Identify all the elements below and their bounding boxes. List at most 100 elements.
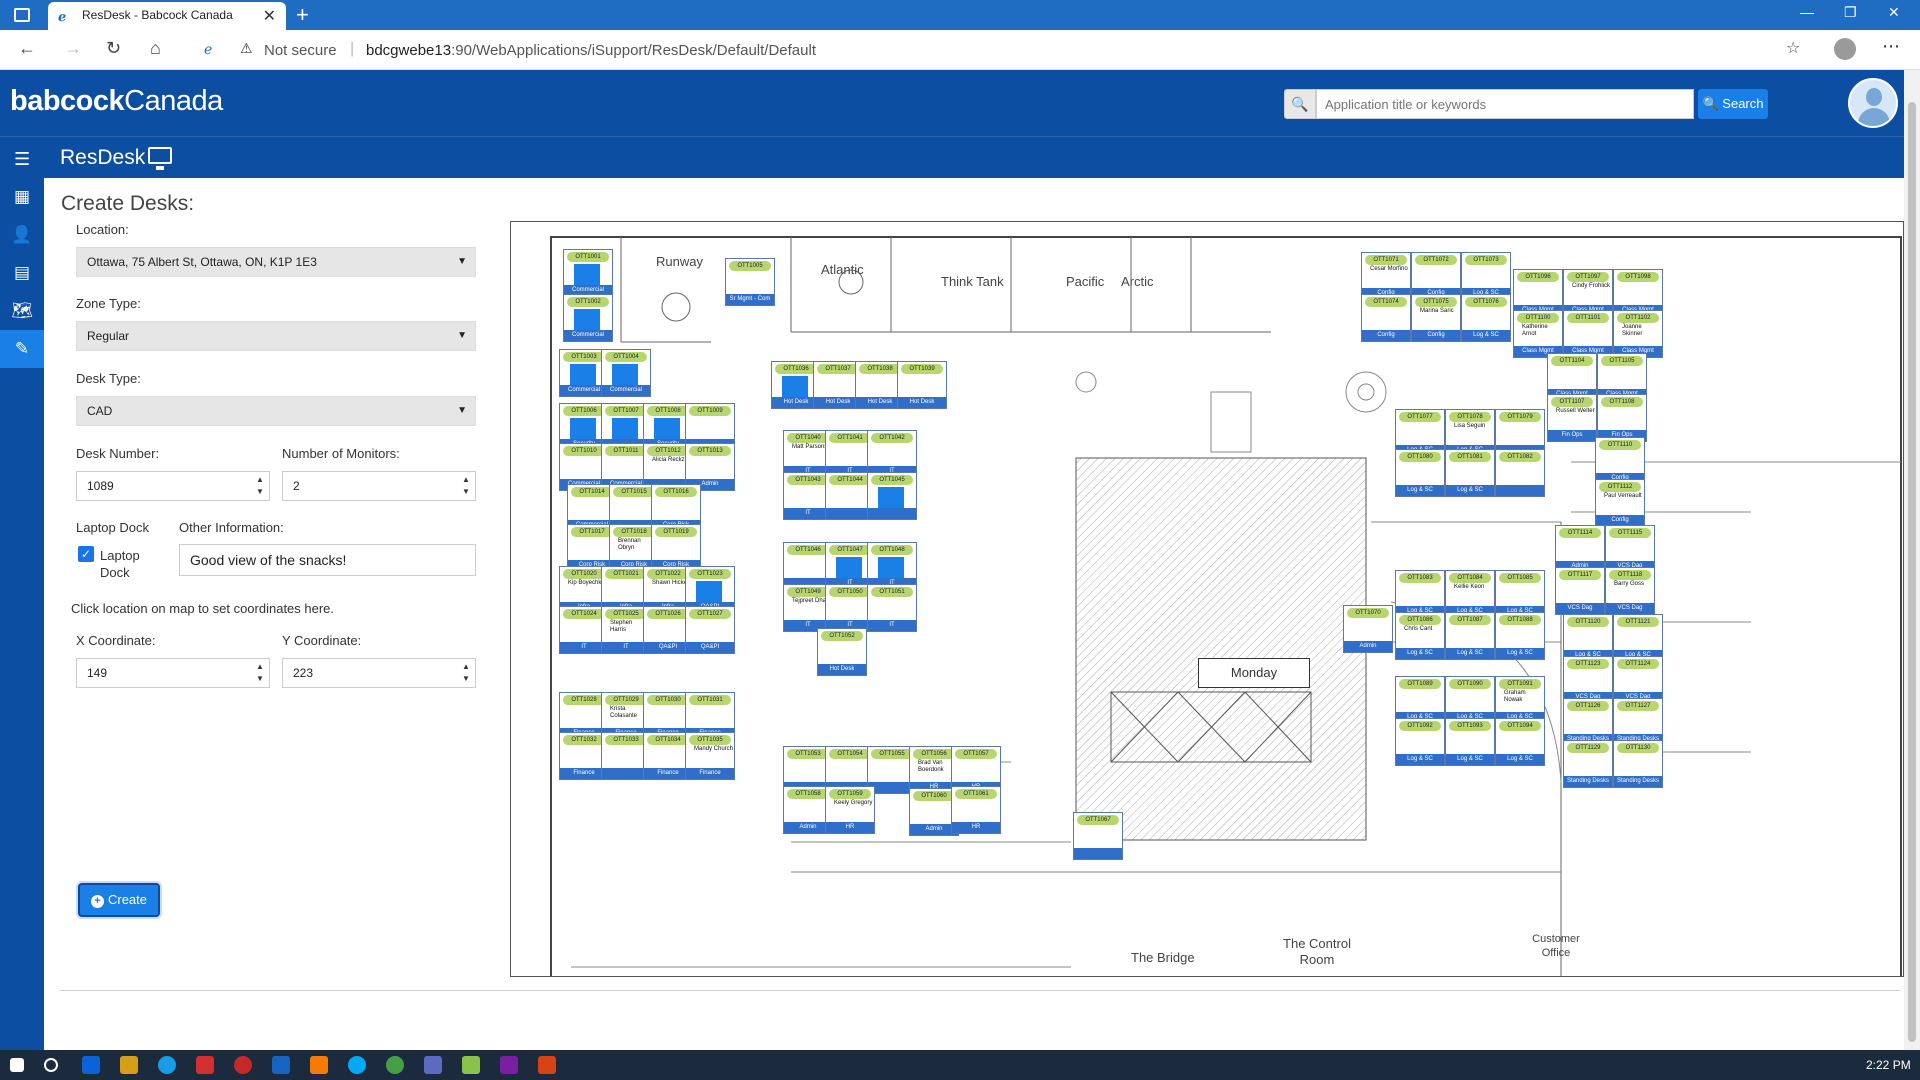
app-icon-red[interactable]	[196, 1056, 214, 1074]
desk-ott1124[interactable]: OTT1124 VCS Dag	[1613, 656, 1663, 704]
monitors-input[interactable]: 2 ▲ ▼	[282, 471, 476, 501]
new-tab-icon[interactable]: +	[296, 2, 309, 28]
desk-ott1094[interactable]: OTT1094 Log & SC	[1495, 718, 1545, 766]
window-close-icon[interactable]: ✕	[1888, 4, 1900, 21]
restore-icon[interactable]: ❐	[1844, 4, 1857, 21]
desk-ott1002[interactable]: OTT1002 Commercial	[563, 294, 613, 342]
edit-icon[interactable]: ✎	[0, 330, 44, 368]
scrollbar-thumb[interactable]	[1908, 102, 1916, 1042]
floor-plan-map[interactable]: OTT1001 Commercial OTT1002 Commercial OTT100…	[510, 221, 1904, 977]
desk-ott1088[interactable]: OTT1088 Log & SC	[1495, 612, 1545, 660]
skype-icon[interactable]	[348, 1056, 366, 1074]
desk-ott1052[interactable]: OTT1052 Hot Desk	[817, 628, 867, 676]
desk-ott1107[interactable]: OTT1107 Russell Welter Fin Ops	[1547, 394, 1597, 442]
home-icon[interactable]: ⌂	[150, 38, 161, 59]
desk-ott1123[interactable]: OTT1123 VCS Dag	[1563, 656, 1613, 704]
hamburger-menu-icon[interactable]: ☰	[14, 149, 30, 170]
desk-ott1101[interactable]: OTT1101 Class Mgmt	[1563, 310, 1613, 358]
map-icon[interactable]: 🗺	[0, 292, 44, 330]
laptop-dock-checkbox[interactable]: ✓	[78, 546, 94, 562]
user-avatar[interactable]	[1848, 78, 1898, 128]
desk-ott1071[interactable]: OTT1071 Cesar Morfino Config	[1361, 252, 1411, 300]
browser-tab[interactable]: ℯ ResDesk - Babcock Canada ✕	[48, 2, 286, 30]
desk-type-select[interactable]: CAD ▼	[76, 396, 476, 426]
desk-ott1073[interactable]: OTT1073 Log & SC	[1461, 252, 1511, 300]
desk-ott1090[interactable]: OTT1090 Log & SC	[1445, 676, 1495, 724]
desk-ott1075[interactable]: OTT1075 Marina Saric Config	[1411, 294, 1461, 342]
outlook-icon[interactable]	[82, 1056, 100, 1074]
notepad-icon[interactable]	[462, 1056, 480, 1074]
desk-ott1070[interactable]: OTT1070 Admin	[1343, 605, 1393, 653]
calendar-icon[interactable]: ▦	[0, 178, 44, 216]
desk-ott1045[interactable]: OTT1045	[867, 472, 917, 520]
desk-ott1127[interactable]: OTT1127 Standing Desks	[1613, 698, 1663, 746]
desk-ott1102[interactable]: OTT1102 Joanne Skinner Class Mgmt	[1613, 310, 1663, 358]
desk-ott1076[interactable]: OTT1076 Log & SC	[1461, 294, 1511, 342]
brand-logo[interactable]: babcockCanada	[10, 85, 223, 118]
desk-ott1048[interactable]: OTT1048 IT	[867, 542, 917, 590]
desk-ott1114[interactable]: OTT1114 Admin	[1555, 525, 1605, 573]
desk-ott1118[interactable]: OTT1118 Barry Goss VCS Dag	[1605, 567, 1655, 615]
warning-icon[interactable]: ⚠	[240, 40, 253, 57]
minimize-icon[interactable]: —	[1800, 4, 1814, 20]
desk-ott1019[interactable]: OTT1019 Corp Risk	[651, 524, 701, 572]
search-input[interactable]	[1316, 89, 1694, 119]
desk-ott1130[interactable]: OTT1130 Standing Desks	[1613, 740, 1663, 788]
file-explorer-icon[interactable]	[120, 1056, 138, 1074]
y-coordinate-input[interactable]: 223 ▲ ▼	[282, 658, 476, 688]
app-icon-orange[interactable]	[310, 1056, 328, 1074]
other-info-input[interactable]: Good view of the snacks!	[179, 544, 476, 576]
url-field[interactable]: ℯ ⚠ Not secure | bdcgwebe13:90/WebApplic…	[196, 36, 1776, 64]
desk-ott1072[interactable]: OTT1072 Config	[1411, 252, 1461, 300]
desk-ott1004[interactable]: OTT1004 Commercial	[601, 349, 651, 397]
desk-ott1001[interactable]: OTT1001 Commercial	[563, 249, 613, 297]
opera-icon[interactable]	[234, 1056, 252, 1074]
desk-ott1115[interactable]: OTT1115 VCS Dag	[1605, 525, 1655, 573]
desk-ott1082[interactable]: OTT1082	[1495, 449, 1545, 497]
windows-start-icon[interactable]	[10, 1058, 24, 1072]
desk-ott1039[interactable]: OTT1039 Hot Desk	[897, 361, 947, 409]
desk-ott1121[interactable]: OTT1121 Log & SC	[1613, 614, 1663, 662]
x-coordinate-input[interactable]: 149 ▲ ▼	[76, 658, 270, 688]
word-icon[interactable]	[272, 1056, 290, 1074]
desk-ott1086[interactable]: OTT1086 Chris Cant Log & SC	[1395, 612, 1445, 660]
profile-icon[interactable]	[1834, 38, 1856, 60]
more-menu-icon[interactable]: ⋯	[1882, 36, 1900, 57]
desk-number-input[interactable]: 1089 ▲ ▼	[76, 471, 270, 501]
powerpoint-icon[interactable]	[538, 1056, 556, 1074]
desk-ott1087[interactable]: OTT1087 Log & SC	[1445, 612, 1495, 660]
desk-ott1035[interactable]: OTT1035 Mandy Church Finance	[685, 732, 735, 780]
desk-ott1067[interactable]: OTT1067	[1073, 812, 1123, 860]
search-taskbar-icon[interactable]	[44, 1058, 58, 1072]
desk-ott1081[interactable]: OTT1081 Log & SC	[1445, 449, 1495, 497]
desk-ott1110[interactable]: OTT1110 Config	[1595, 437, 1645, 485]
url-text[interactable]: bdcgwebe13:90/WebApplications/iSupport/R…	[366, 42, 816, 59]
teams-icon[interactable]	[424, 1056, 442, 1074]
desk-ott1120[interactable]: OTT1120 Log & SC	[1563, 614, 1613, 662]
desk-ott1126[interactable]: OTT1126 Standing Desks	[1563, 698, 1613, 746]
desk-ott1083[interactable]: OTT1083 Log & SC	[1395, 570, 1445, 618]
desk-ott1089[interactable]: OTT1089 Log & SC	[1395, 676, 1445, 724]
search-button[interactable]: 🔍 Search	[1698, 89, 1768, 119]
page-scrollbar[interactable]	[1904, 70, 1920, 1050]
desk-ott1061[interactable]: OTT1061 HR	[951, 786, 1001, 834]
window-menu-icon[interactable]	[14, 8, 30, 22]
desk-ott1059[interactable]: OTT1059 Keely Gregory HR	[825, 786, 875, 834]
desk-ott1074[interactable]: OTT1074 Config	[1361, 294, 1411, 342]
location-select[interactable]: Ottawa, 75 Albert St, Ottawa, ON, K1P 1E…	[76, 247, 476, 277]
desk-ott1100[interactable]: OTT1100 Katherine Arnot Class Mgmt	[1513, 310, 1563, 358]
desk-ott1084[interactable]: OTT1084 Kellie Keon Log & SC	[1445, 570, 1495, 618]
desk-ott1117[interactable]: OTT1117 VCS Dag	[1555, 567, 1605, 615]
onenote-icon[interactable]	[500, 1056, 518, 1074]
spinner-icon[interactable]: ▲ ▼	[253, 474, 267, 498]
desk-ott1085[interactable]: OTT1085 Log & SC	[1495, 570, 1545, 618]
desk-ott1091[interactable]: OTT1091 Graham Nowak Log & SC	[1495, 676, 1545, 724]
not-secure-label[interactable]: Not secure	[264, 42, 337, 59]
desk-ott1042[interactable]: OTT1042 IT	[867, 430, 917, 478]
tab-close-icon[interactable]: ✕	[263, 6, 276, 26]
back-icon[interactable]: ←	[18, 38, 36, 59]
desk-ott1108[interactable]: OTT1108 Fin Ops	[1597, 394, 1647, 442]
spinner-icon[interactable]: ▲ ▼	[459, 474, 473, 498]
user-settings-icon[interactable]: 👤	[0, 216, 44, 254]
desk-ott1005[interactable]: OTT1005 Sr Mgmt - Com	[725, 258, 775, 306]
